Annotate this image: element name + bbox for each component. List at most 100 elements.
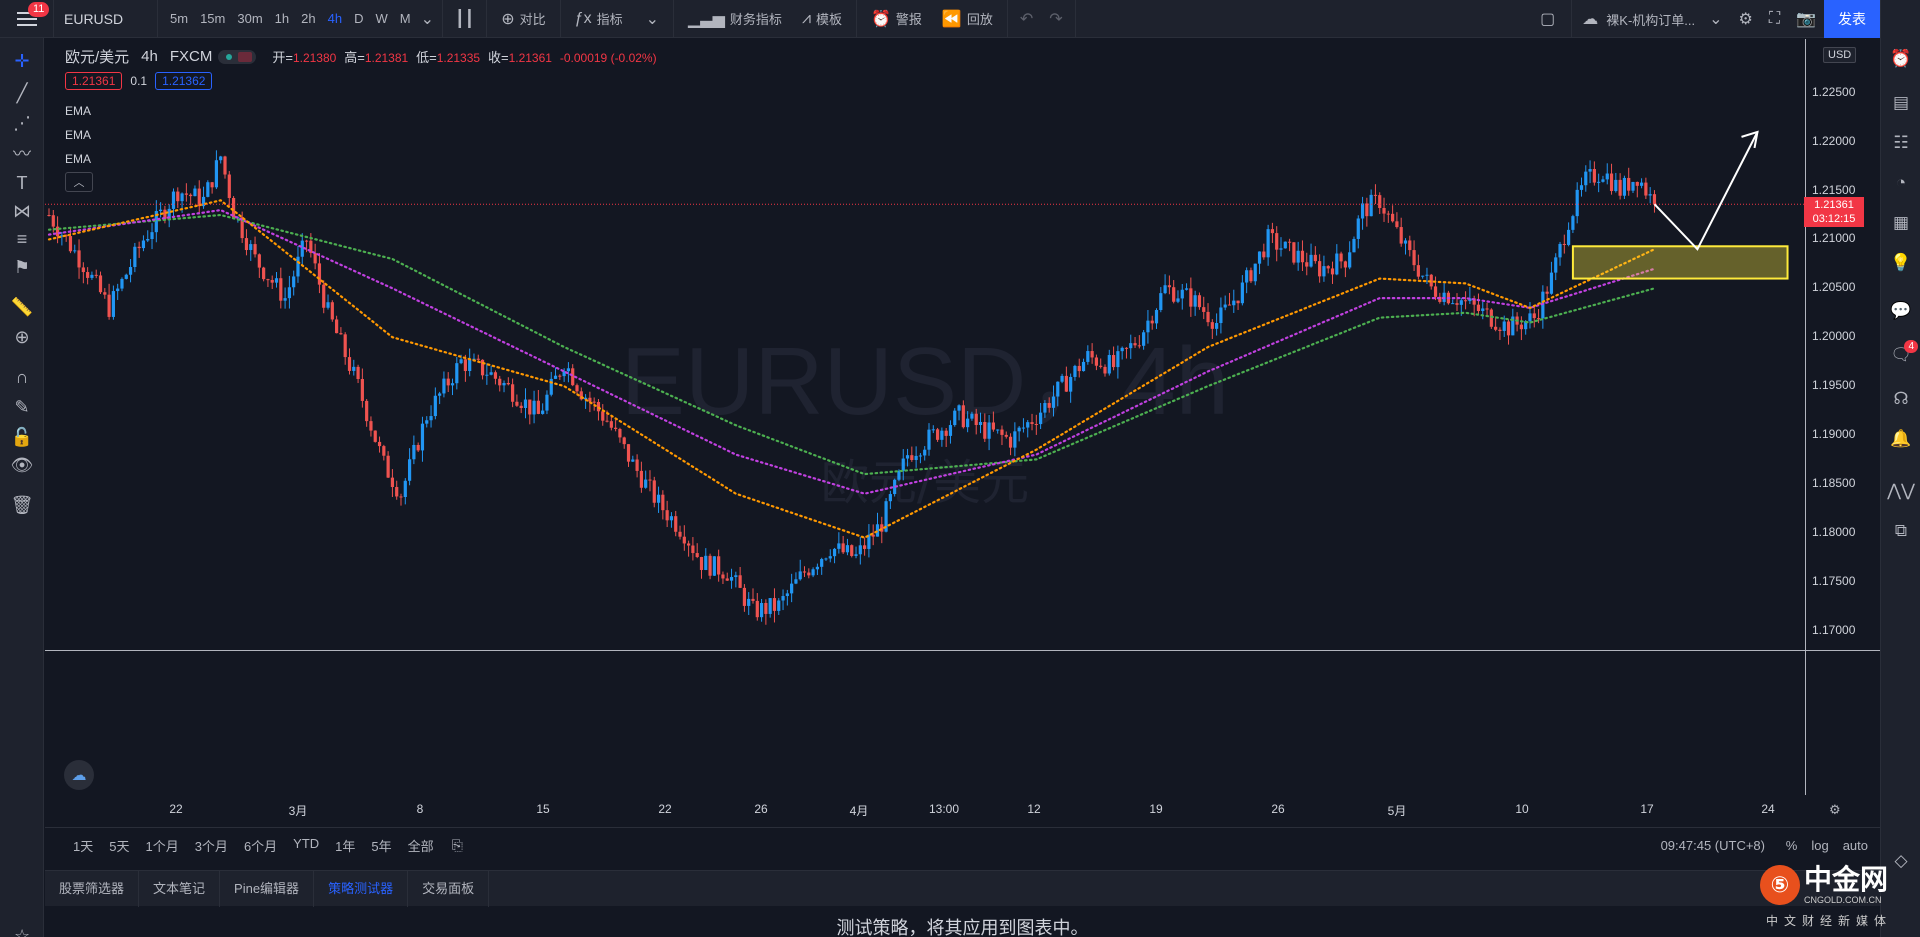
timeframe-4h[interactable]: 4h [322, 0, 348, 38]
percent-scale-toggle[interactable]: % [1786, 838, 1798, 853]
sell-button[interactable]: 1.21361 [65, 72, 123, 90]
financials-button[interactable]: ▁▃▅ 财务指标 [678, 0, 792, 38]
log-scale-toggle[interactable]: log [1811, 838, 1828, 853]
broadcast-icon[interactable]: ☊ [1890, 388, 1912, 410]
messages-icon[interactable]: 🗨 4 [1890, 340, 1918, 366]
timeframe-2h[interactable]: 2h [295, 0, 321, 38]
layout-square-icon[interactable]: ▢ [1528, 9, 1567, 29]
bottom-tab[interactable]: 交易面板 [408, 870, 490, 907]
zoom-in-icon[interactable]: ⊕ [11, 326, 33, 348]
fullscreen-icon[interactable]: ⛶ [1761, 10, 1788, 28]
auto-scale-toggle[interactable]: auto [1843, 838, 1868, 853]
candle-body [382, 446, 386, 456]
clock-icon[interactable]: ◔ [1890, 172, 1912, 194]
prediction-icon[interactable]: ≡ [11, 228, 33, 250]
pattern-icon[interactable]: ⋈ [11, 200, 33, 222]
timeframe-M[interactable]: M [394, 0, 417, 38]
layout-name[interactable]: 裸K-机构订单... [1600, 10, 1701, 29]
symbol-search[interactable]: EURUSD [54, 0, 158, 38]
ideas-icon[interactable]: 💡 [1890, 252, 1912, 274]
cloud-logo-icon[interactable]: ☁ [64, 760, 94, 790]
price-tick: 1.22000 [1812, 133, 1856, 148]
alerts-button[interactable]: ⏰ 警报 [861, 0, 932, 38]
timezone-clock[interactable]: 09:47:45 (UTC+8) [1661, 838, 1765, 853]
currency-label[interactable]: USD [1823, 47, 1857, 63]
icons-icon[interactable]: ⚑ [11, 256, 33, 278]
bottom-tab[interactable]: 文本笔记 [139, 870, 221, 907]
timeframe-D[interactable]: D [348, 0, 369, 38]
timeframe-W[interactable]: W [369, 0, 393, 38]
collapse-legend-button[interactable]: ︿ [65, 172, 93, 192]
range-button[interactable]: 1天 [65, 836, 101, 855]
pencil-lock-icon[interactable]: ✎ [11, 396, 33, 418]
compare-button[interactable]: ⊕ 对比 [491, 0, 555, 38]
replay-button[interactable]: ⏪ 回放 [932, 0, 1003, 38]
indicators-button[interactable]: ƒx 指标 ⌄ [565, 0, 669, 38]
trading-icon[interactable]: ⋀⋁ [1887, 480, 1915, 502]
market-status-toggle[interactable] [218, 49, 257, 64]
templates-button[interactable]: ⩘ 模板 [792, 0, 852, 38]
timeframe-1h[interactable]: 1h [269, 0, 295, 38]
crosshair-icon[interactable]: ✛ [11, 50, 33, 72]
lock-icon[interactable]: 🔓 [11, 426, 33, 448]
bell-icon[interactable]: 🔔 [1890, 428, 1912, 450]
ema-indicator-label[interactable]: EMA [65, 104, 91, 118]
candle-body [463, 359, 467, 372]
range-button[interactable]: 全部 [400, 836, 442, 855]
timeframe-30m[interactable]: 30m [231, 0, 268, 38]
buy-button[interactable]: 1.21362 [155, 72, 213, 90]
chevron-down-icon[interactable]: ⌄ [417, 9, 438, 29]
calendar-icon[interactable]: ▦ [1890, 212, 1912, 234]
ruler-icon[interactable]: 📏 [11, 296, 33, 318]
bottom-tab[interactable]: 股票筛选器 [45, 870, 140, 907]
candle-style-icon[interactable]: ┃┃ [447, 9, 482, 29]
eye-icon[interactable]: 👁 [11, 454, 34, 476]
candle-body [1554, 257, 1558, 273]
redo-icon[interactable]: ↷ [1041, 9, 1070, 29]
brush-icon[interactable]: 〰 [11, 142, 33, 164]
watchlist-icon[interactable]: ☷ [1890, 132, 1912, 154]
undo-icon[interactable]: ↶ [1012, 9, 1041, 29]
range-button[interactable]: 1年 [327, 836, 363, 855]
candle-body [223, 156, 227, 175]
alarm-clock-icon[interactable]: ⏰ [1890, 48, 1912, 70]
candle-body [1266, 229, 1270, 258]
bottom-tab[interactable]: Pine编辑器 [220, 870, 315, 907]
chevron-down-icon[interactable]: ⌄ [1701, 9, 1730, 29]
candle-body [347, 357, 352, 371]
camera-icon[interactable]: 📷 [1788, 9, 1824, 29]
candle-body [536, 400, 540, 414]
range-button[interactable]: 5年 [363, 836, 399, 855]
text-icon[interactable]: T [11, 172, 33, 194]
candle-body [751, 598, 755, 601]
layers-icon[interactable]: ◇ [1890, 850, 1912, 872]
menu-button[interactable]: 11 [0, 0, 54, 38]
candlestick-chart[interactable]: EURUSD，4h 欧元/美元 [45, 39, 1880, 795]
dom-icon[interactable]: ⧉ [1890, 520, 1912, 542]
range-button[interactable]: 3个月 [187, 836, 236, 855]
axis-settings-icon[interactable]: ⚙ [1829, 802, 1841, 818]
range-button[interactable]: 6个月 [236, 836, 285, 855]
ema-indicator-label[interactable]: EMA [65, 152, 91, 166]
pitchfork-icon[interactable]: ⋰ [11, 112, 33, 134]
magnet-icon[interactable]: ∩ [11, 366, 33, 388]
range-button[interactable]: 5天 [101, 836, 137, 855]
range-button[interactable]: YTD [285, 836, 327, 855]
timeframe-15m[interactable]: 15m [194, 0, 231, 38]
legend-symbol[interactable]: 欧元/美元 [65, 46, 129, 67]
trash-icon[interactable]: 🗑 [11, 494, 34, 516]
news-icon[interactable]: ▤ [1890, 92, 1912, 114]
publish-button[interactable]: 发表 [1824, 0, 1880, 38]
bottom-tab[interactable]: 策略测试器 [314, 870, 409, 907]
candle-body [1146, 320, 1150, 333]
price-chart[interactable]: EURUSD，4h 欧元/美元 [45, 39, 1880, 795]
candle-body [695, 553, 699, 558]
trend-line-icon[interactable]: ╱ [11, 82, 33, 104]
ema-indicator-label[interactable]: EMA [65, 128, 91, 142]
range-button[interactable]: 1个月 [137, 836, 186, 855]
chat-icon[interactable]: 💬 [1890, 300, 1912, 322]
goto-date-icon[interactable]: ⎘ [442, 837, 473, 854]
timeframe-5m[interactable]: 5m [164, 0, 194, 38]
gear-icon[interactable]: ⚙ [1731, 9, 1761, 29]
star-icon[interactable]: ☆ [14, 926, 30, 937]
